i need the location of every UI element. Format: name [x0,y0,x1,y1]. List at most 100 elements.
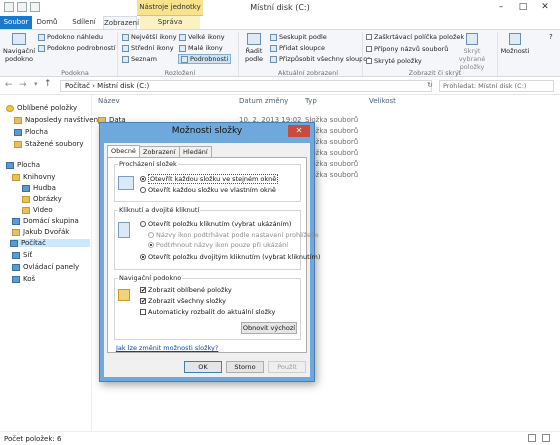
tab-view[interactable]: Zobrazení [103,16,139,29]
search-input[interactable]: Prohledat: Místní disk (C:) [439,80,554,92]
tab-view[interactable]: Zobrazení [139,146,180,157]
layout-large[interactable]: Velké ikony [179,33,225,41]
nav-computer[interactable]: Počítač [10,239,90,247]
nav-desktop-root[interactable]: Plocha [6,161,40,169]
add-columns-button[interactable]: Přidat sloupce [270,44,325,52]
user-icon [12,228,20,236]
refresh-icon[interactable]: ↻ [427,81,433,89]
layout-details[interactable]: Podrobnosti [178,54,232,64]
column-type[interactable]: Typ [305,97,317,105]
nav-label: Domácí skupina [23,217,79,225]
nav-desktop[interactable]: Plocha [14,128,48,136]
apply-button[interactable]: Použít [268,361,306,373]
small-icons-icon [179,44,186,52]
preview-pane-icon [38,33,45,41]
layout-extra-large[interactable]: Největší ikony [122,33,177,41]
option-label: Otevřít položku dvojitým kliknutím (vybr… [148,253,321,261]
tab-share[interactable]: Sdílení [64,16,104,29]
nav-homegroup[interactable]: Domácí skupina [12,217,79,225]
libraries-icon [12,173,20,181]
column-date[interactable]: Datum změny [239,97,288,105]
nav-label: Jakub Dvořák [23,228,70,236]
details-pane-button[interactable]: Podokno podrobností [38,44,115,52]
layout-label: Střední ikony [131,44,174,52]
back-arrow-icon[interactable]: ← [5,80,13,90]
details-pane-label: Podokno podrobností [47,44,116,52]
large-icons-view-icon[interactable] [542,434,550,442]
option-label: Automaticky rozbalit do aktuální složky [148,308,276,316]
desktop-icon [14,128,22,136]
nav-pane-button[interactable]: Navigační podokno [3,33,35,63]
item-checkboxes-toggle[interactable]: Zaškrtávací políčka položek [366,33,464,41]
single-click-radio[interactable]: Otevřít položku kliknutím (vybrat ukázán… [140,220,291,228]
cancel-button[interactable]: Storno [226,361,264,373]
details-view-icon[interactable] [528,434,536,442]
browse-same-window-radio[interactable]: Otevřít každou složku ve stejném okně [140,174,279,184]
auto-expand-checkbox[interactable]: Automaticky rozbalit do aktuální složky [140,308,275,316]
tab-file[interactable]: Soubor [0,16,32,29]
tab-general[interactable]: Obecné [107,145,140,157]
column-name[interactable]: Název [98,97,120,105]
sort-by-label: Řadit podle [244,47,264,63]
status-bar: Počet položek: 6 [0,431,560,445]
group-by-button[interactable]: Seskupit podle [270,33,327,41]
nav-label: Plocha [25,128,49,136]
options-button[interactable]: Možnosti [501,33,529,55]
forward-arrow-icon[interactable]: → [19,80,27,90]
minimize-button[interactable]: – [490,0,512,15]
nav-libraries[interactable]: Knihovny [12,173,55,181]
layout-medium[interactable]: Střední ikony [122,44,174,52]
tab-search[interactable]: Hledání [179,146,212,157]
ok-button[interactable]: OK [184,361,222,373]
hide-selected-button[interactable]: Skrýt vybrané položky [455,33,489,71]
recycle-bin-icon [12,275,20,283]
option-label: Zobrazit oblíbené položky [148,286,232,294]
nav-recent[interactable]: Naposledy navštíven [14,116,98,124]
browse-new-window-radio[interactable]: Otevřít každou složku ve vlastním okně [140,186,276,194]
double-click-radio[interactable]: Otevřít položku dvojitým kliknutím (vybr… [140,253,320,261]
up-arrow-icon[interactable]: ↑ [44,79,52,89]
videos-icon [22,206,30,214]
options-icon [509,33,521,45]
title-bar: Nástroje jednotky Místní disk (C:) – □ ✕ [0,0,560,16]
nav-label: Koš [23,275,36,283]
general-tab-panel: Procházení složek Otevřít každou složku … [107,157,320,353]
layout-small[interactable]: Malé ikony [179,44,223,52]
address-field[interactable]: Počítač › Místní disk (C:) [60,80,432,92]
fit-columns-button[interactable]: Přizpůsobit všechny sloupce [270,55,371,63]
nav-user[interactable]: Jakub Dvořák [12,228,69,236]
nav-music[interactable]: Hudba [22,184,56,192]
close-button[interactable]: ✕ [534,0,556,15]
nav-network[interactable]: Síť [12,251,32,259]
help-link[interactable]: Jak lze změnit možnosti složky? [116,344,218,352]
show-all-folders-checkbox[interactable]: ✔ Zobrazit všechny složky [140,297,226,305]
checkbox-icon [140,309,146,315]
nav-pictures[interactable]: Obrázky [22,195,62,203]
dialog-close-button[interactable]: ✕ [288,125,310,137]
network-icon [12,251,20,259]
group-label-panes: Podokna [61,69,89,77]
underline-browser-radio[interactable]: Názvy ikon podtrhávat podle nastavení pr… [148,231,319,239]
maximize-button[interactable]: □ [512,0,534,15]
layout-list[interactable]: Seznam [122,55,157,63]
help-icon[interactable]: ? [549,33,553,41]
preview-pane-button[interactable]: Podokno náhledu [38,33,103,41]
tab-manage[interactable]: Správa [140,16,200,29]
nav-videos[interactable]: Video [22,206,53,214]
sort-by-button[interactable]: Řadit podle [242,33,266,63]
tab-home[interactable]: Domů [34,16,60,29]
nav-recycle-bin[interactable]: Koš [12,275,35,283]
restore-defaults-button[interactable]: Obnovit výchozí [241,322,297,334]
underline-hover-radio[interactable]: Podtrhnout názvy ikon pouze při ukázání [148,241,288,249]
file-extensions-toggle[interactable]: Přípony názvů souborů [366,45,448,53]
show-favorites-checkbox[interactable]: ✔ Zobrazit oblíbené položky [140,286,232,294]
option-label: Otevřít každou složku ve stejném okně [148,174,279,184]
option-label: Podtrhnout názvy ikon pouze při ukázání [156,241,289,249]
chevron-down-icon[interactable]: ▾ [34,80,38,88]
preview-pane-label: Podokno náhledu [47,33,103,41]
column-size[interactable]: Velikost [369,97,396,105]
hidden-items-toggle[interactable]: Skryté položky [366,57,422,65]
nav-downloads[interactable]: Stažené soubory [14,140,84,148]
nav-favorites[interactable]: Oblíbené položky [6,104,77,112]
nav-control-panel[interactable]: Ovládací panely [12,263,79,271]
